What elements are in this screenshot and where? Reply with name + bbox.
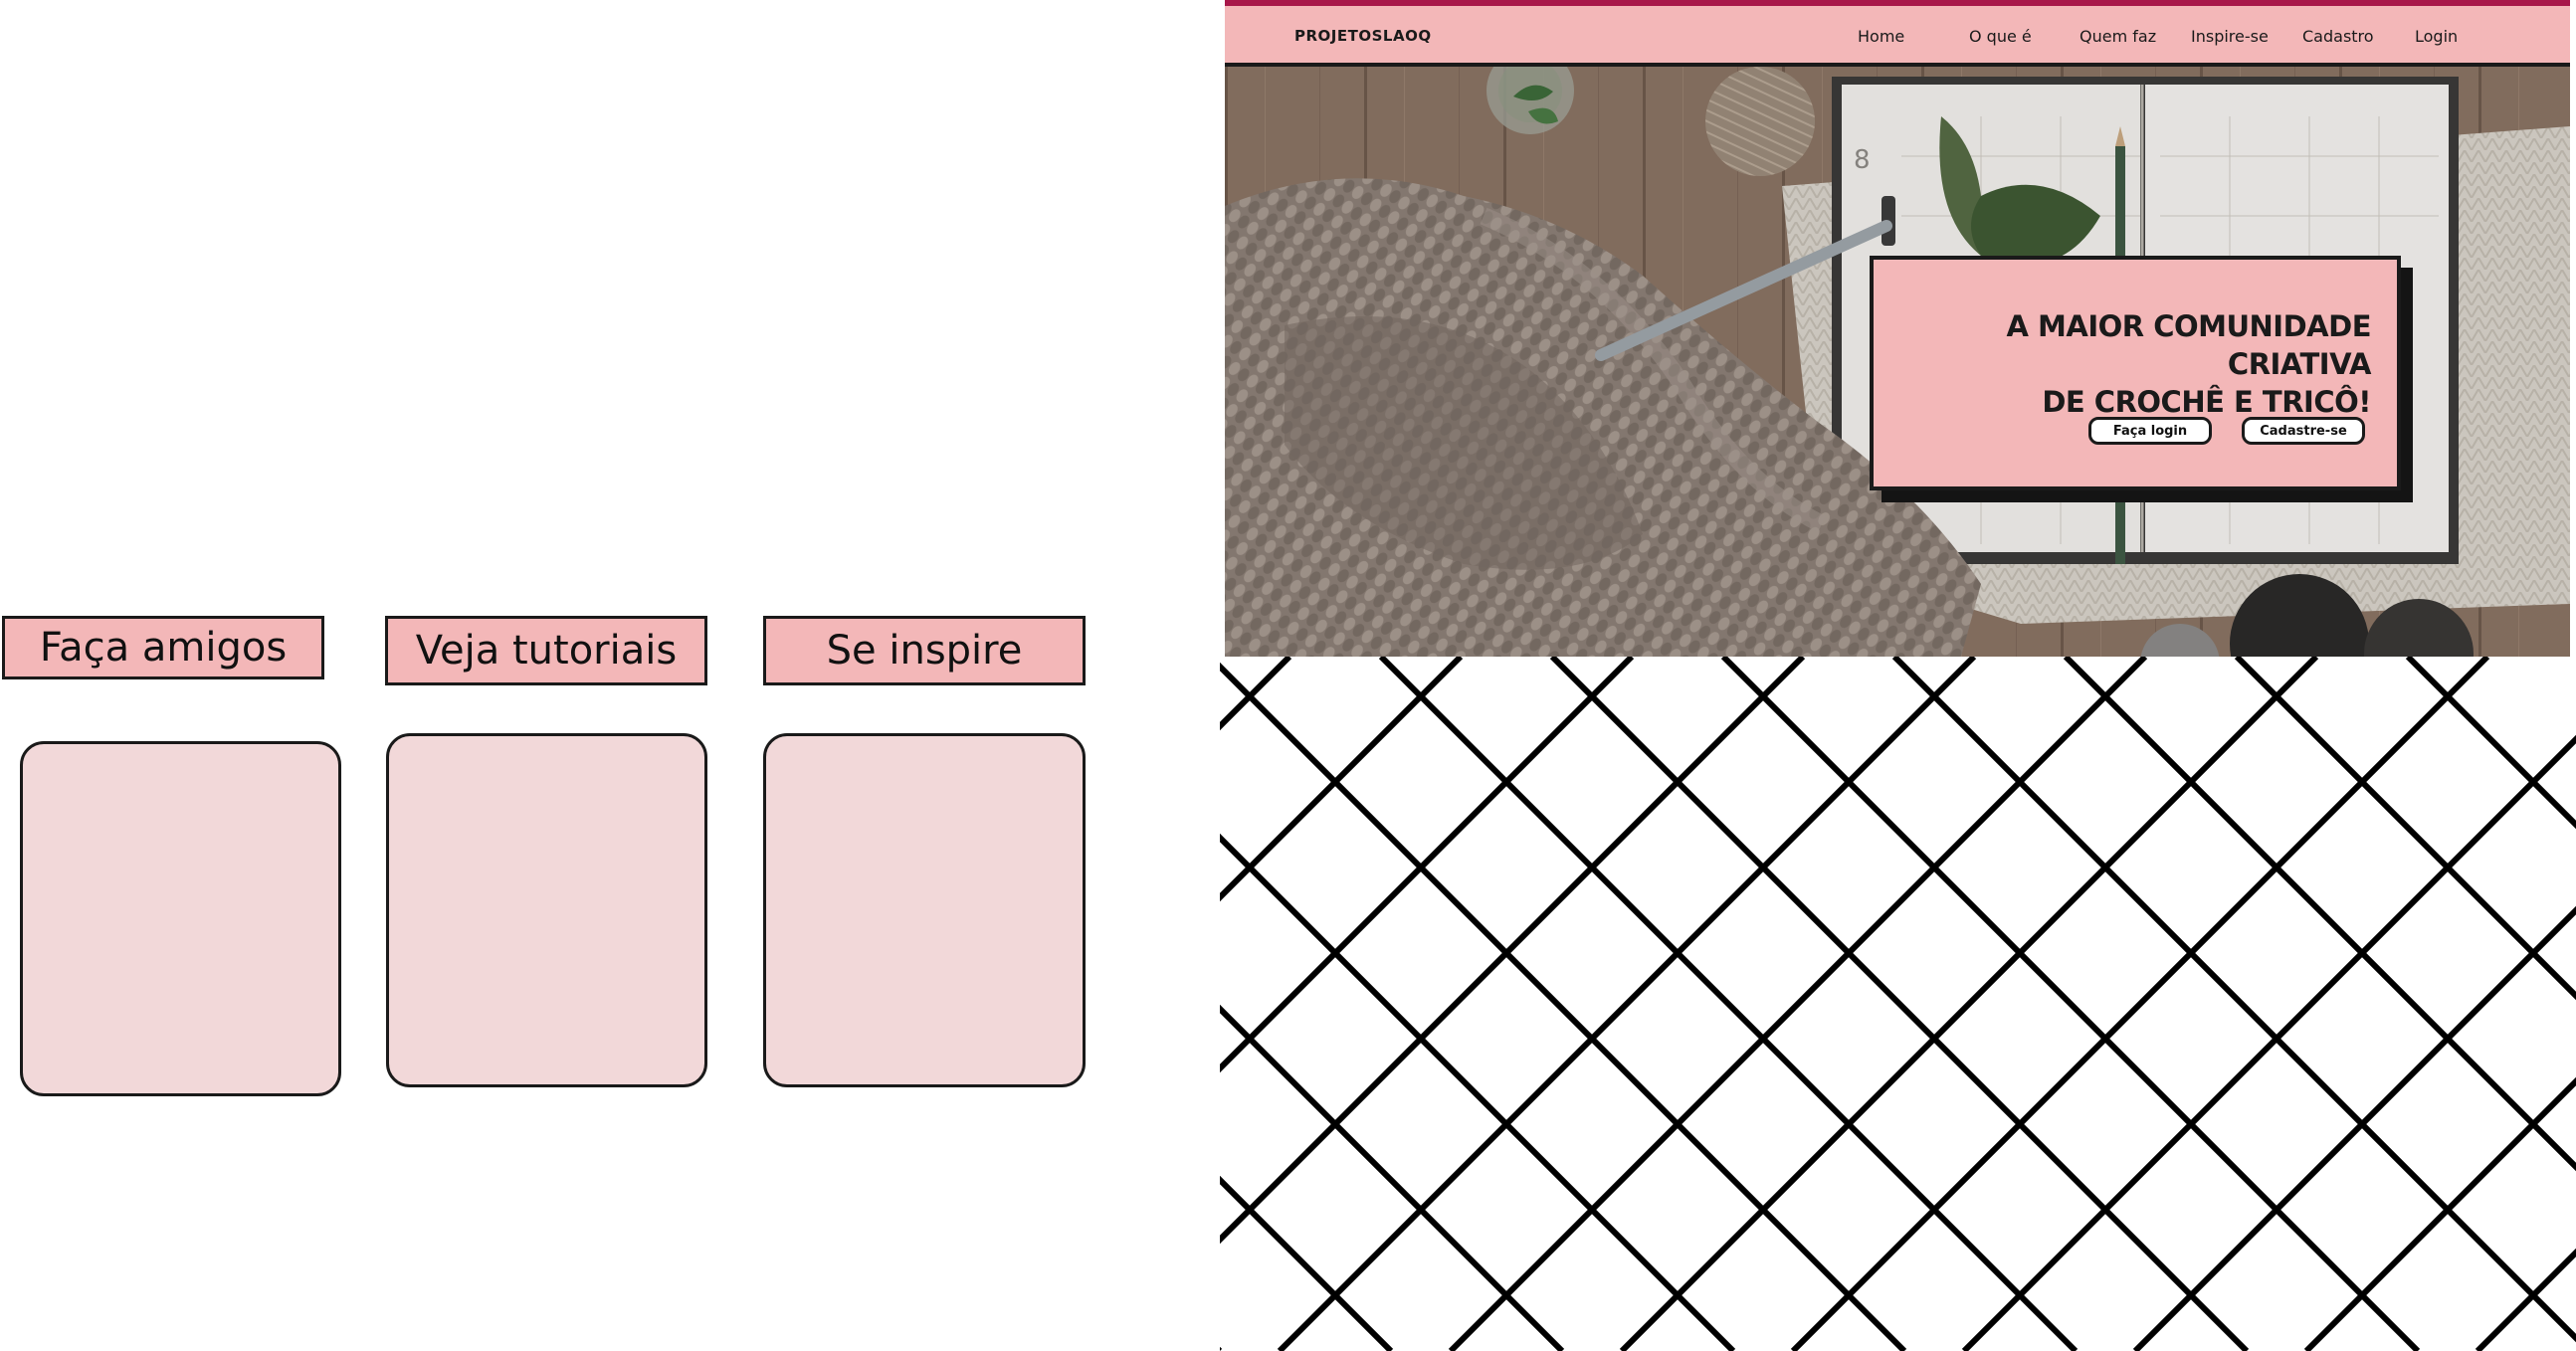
feature-tab-label: Se inspire bbox=[826, 628, 1023, 674]
feature-tab-label: Veja tutoriais bbox=[415, 628, 678, 674]
feature-tab-tutorials: Veja tutoriais bbox=[385, 616, 707, 685]
diagonal-lattice-pattern bbox=[1220, 657, 2576, 1351]
lattice-line bbox=[1220, 657, 1464, 902]
lattice-line bbox=[1220, 1175, 1394, 1351]
lattice-line bbox=[1220, 657, 1806, 1245]
login-button[interactable]: Faça login bbox=[2088, 417, 2212, 445]
lattice-line bbox=[1220, 657, 1292, 731]
feature-tab-friends: Faça amigos bbox=[2, 616, 324, 679]
hero-headline: A MAIOR COMUNIDADE CRIATIVA DE CROCHÊ E … bbox=[2006, 309, 2371, 419]
nav-cadastro[interactable]: Cadastro bbox=[2302, 27, 2374, 46]
signup-button[interactable]: Cadastre-se bbox=[2242, 417, 2365, 445]
lattice-line bbox=[1220, 1004, 1565, 1351]
feature-card-tutorials[interactable] bbox=[386, 733, 707, 1087]
hero-cta-box: A MAIOR COMUNIDADE CRIATIVA DE CROCHÊ E … bbox=[1870, 256, 2401, 490]
hero-section: 8 A MAIOR COMUNIDADE CRIATIVA DE CROCHÊ … bbox=[1225, 67, 2570, 657]
nav-login[interactable]: Login bbox=[2415, 27, 2458, 46]
nav-quem-faz[interactable]: Quem faz bbox=[2080, 27, 2156, 46]
nav-inspire-se[interactable]: Inspire-se bbox=[2191, 27, 2269, 46]
feature-tab-inspire: Se inspire bbox=[763, 616, 1086, 685]
lattice-line bbox=[1220, 657, 1635, 1073]
lattice-line bbox=[2475, 1248, 2576, 1351]
top-navbar: PROJETOSLAOQ Home O que é Quem faz Inspi… bbox=[1225, 0, 2570, 67]
brand-logo[interactable]: PROJETOSLAOQ bbox=[1294, 27, 1432, 45]
nav-home[interactable]: Home bbox=[1858, 27, 1904, 46]
feature-card-friends[interactable] bbox=[20, 741, 341, 1096]
lattice-line bbox=[2303, 1076, 2576, 1351]
nav-o-que-e[interactable]: O que é bbox=[1969, 27, 2032, 46]
feature-tab-label: Faça amigos bbox=[39, 625, 288, 671]
landing-mockup: PROJETOSLAOQ Home O que é Quem faz Inspi… bbox=[1225, 0, 2570, 657]
feature-card-inspire[interactable] bbox=[763, 733, 1086, 1087]
